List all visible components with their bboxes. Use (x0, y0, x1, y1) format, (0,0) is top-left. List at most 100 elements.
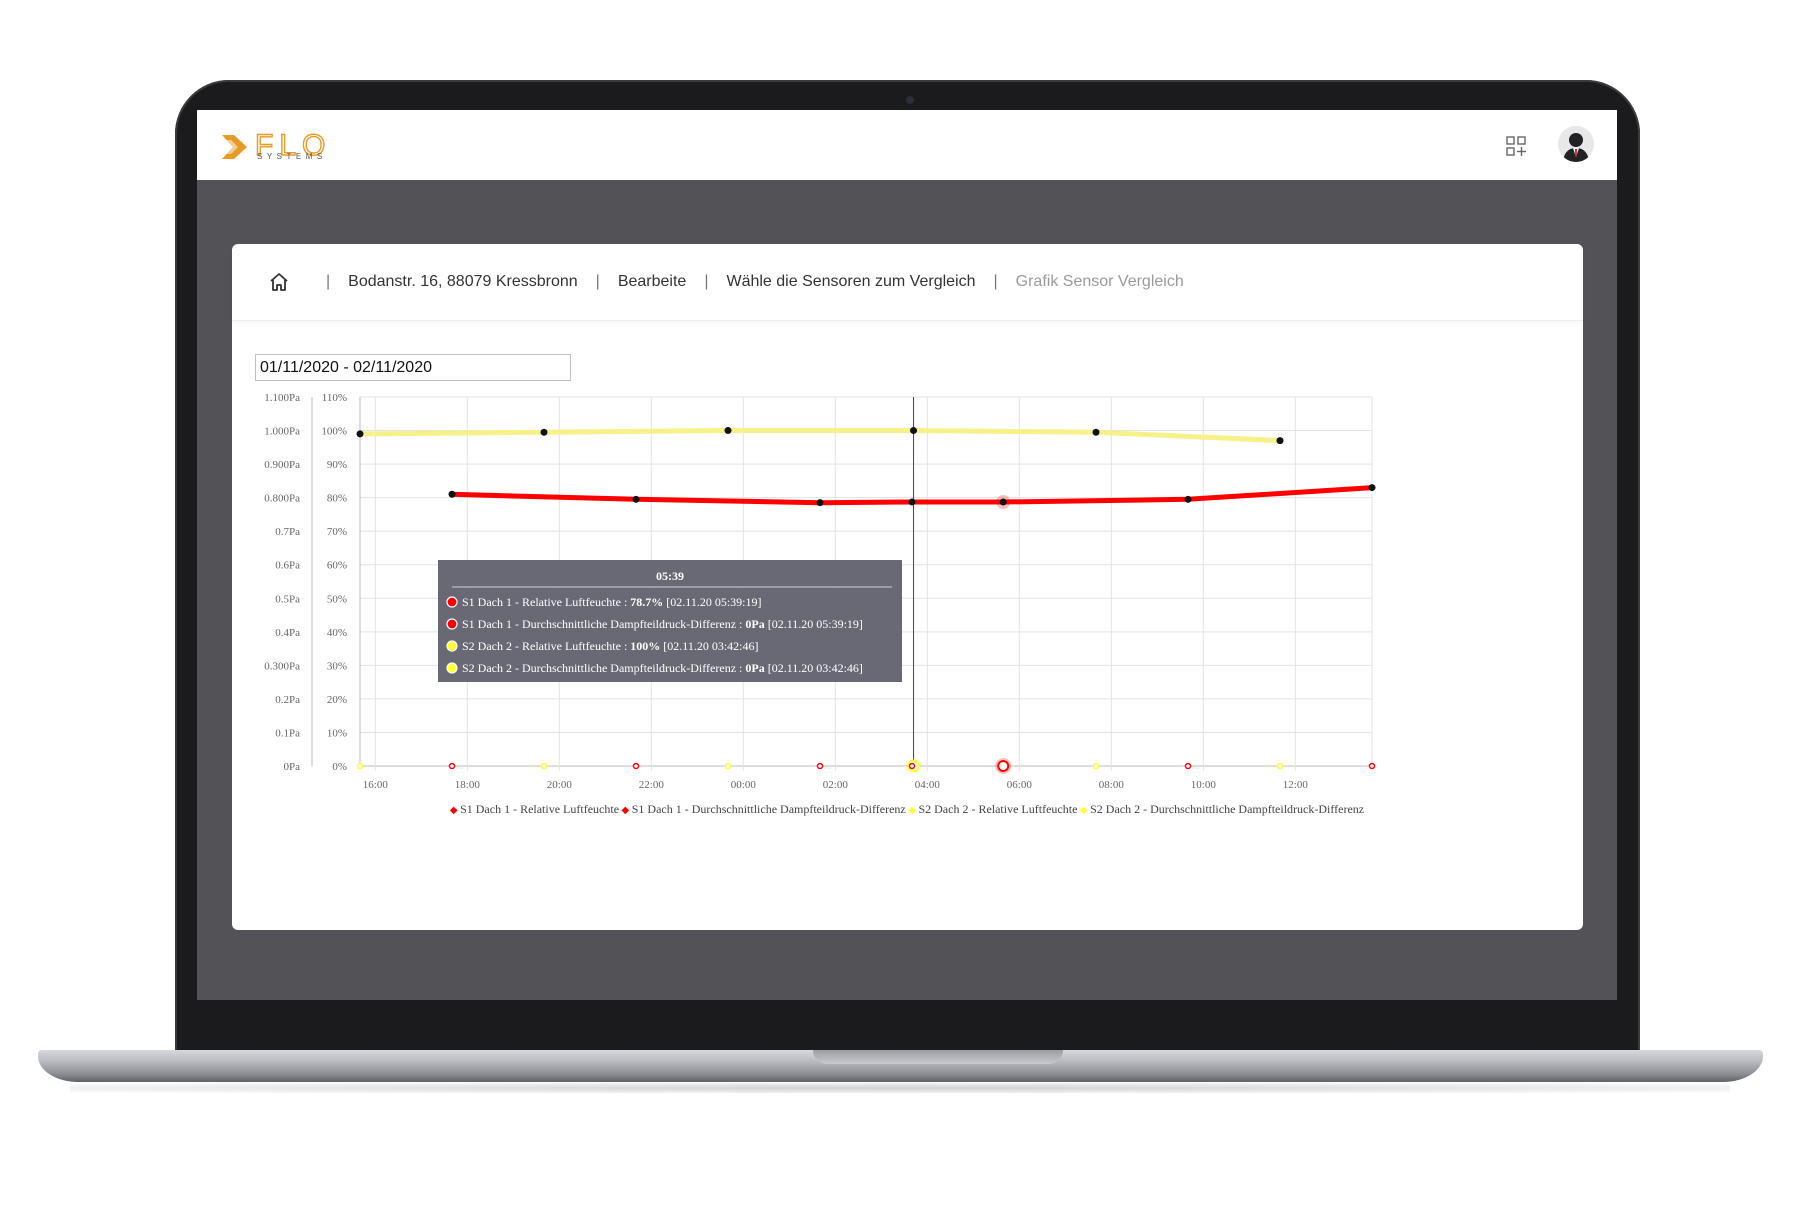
data-point-s1-humidity[interactable] (816, 499, 824, 507)
y-left-tick-label: 0Pa (284, 761, 301, 773)
logo-subtitle: SYSTEMS (257, 152, 327, 161)
data-point-s1-pressure[interactable] (908, 762, 916, 770)
camera (906, 96, 914, 104)
data-point-s2-pressure[interactable] (1276, 762, 1284, 770)
x-tick-label: 02:00 (823, 779, 849, 791)
data-point-s1-humidity[interactable] (999, 498, 1007, 506)
breadcrumb-separator: | (704, 273, 709, 290)
x-tick-label: 06:00 (1007, 779, 1033, 791)
tooltip-row: S1 Dach 1 - Relative Luftfeuchte : 78.7%… (462, 595, 762, 609)
breadcrumb-separator: | (326, 273, 331, 290)
y-left-tick-label: 0.5Pa (275, 593, 300, 605)
x-tick-label: 04:00 (915, 779, 941, 791)
breadcrumb-edit[interactable]: Bearbeite (618, 273, 687, 291)
data-point-s2-humidity[interactable] (356, 430, 364, 438)
y-right-tick-label: 60% (327, 560, 347, 572)
date-range-input[interactable] (255, 354, 571, 381)
y-right-tick-label: 100% (321, 426, 347, 438)
y-left-tick-label: 0.6Pa (275, 560, 300, 572)
data-point-s2-pressure[interactable] (356, 762, 364, 770)
y-left-tick-label: 0.800Pa (264, 493, 300, 505)
y-right-tick-label: 50% (327, 593, 347, 605)
tooltip-series-marker (446, 596, 458, 608)
data-point-s2-humidity[interactable] (910, 427, 918, 435)
x-tick-label: 22:00 (639, 779, 665, 791)
laptop-shadow (70, 1083, 1730, 1093)
data-point-s1-pressure[interactable] (448, 762, 456, 770)
legend-item-label[interactable]: S1 Dach 1 - Durchschnittliche Dampfteild… (632, 802, 906, 816)
breadcrumb-separator: | (595, 273, 600, 290)
data-point-s1-humidity[interactable] (1368, 484, 1376, 492)
breadcrumb: | Bodanstr. 16, 88079 Kressbronn | Bearb… (232, 244, 1583, 321)
data-point-s1-pressure[interactable] (1184, 762, 1192, 770)
y-left-tick-label: 1.000Pa (264, 426, 300, 438)
legend-item-label[interactable]: S2 Dach 2 - Durchschnittliche Dampfteild… (1090, 802, 1364, 816)
laptop-base (38, 1050, 1763, 1082)
x-tick-label: 20:00 (547, 779, 573, 791)
x-tick-label: 18:00 (455, 779, 481, 791)
data-point-s2-humidity[interactable] (540, 428, 548, 436)
y-right-tick-label: 40% (327, 627, 347, 639)
x-tick-label: 12:00 (1283, 779, 1309, 791)
user-icon (1563, 133, 1589, 162)
y-left-tick-label: 0.4Pa (275, 627, 300, 639)
home-icon[interactable] (268, 271, 290, 293)
tooltip-row: S2 Dach 2 - Durchschnittliche Dampfteild… (462, 661, 863, 675)
tooltip-series-marker (446, 662, 458, 674)
y-right-tick-label: 70% (327, 526, 347, 538)
y-right-tick-label: 20% (327, 694, 347, 706)
data-point-s1-humidity[interactable] (632, 495, 640, 503)
data-point-s1-humidity[interactable] (908, 498, 916, 506)
y-right-tick-label: 10% (327, 727, 347, 739)
app-header: FLO SYSTEMS (197, 110, 1617, 180)
sensor-chart: 0% 0Pa 10% 0.1Pa 20% 0.2Pa 30% 0.300Pa 40% 0.4Pa 5… (264, 392, 1376, 816)
apps-grid-icon[interactable] (1505, 135, 1527, 157)
screen: FLO SYSTEMS | Bodanstr. 16, 88079 Kressb… (197, 110, 1617, 1000)
data-point-s1-pressure[interactable] (1368, 762, 1376, 770)
tooltip-title: 05:39 (656, 569, 684, 583)
legend-item-label[interactable]: S1 Dach 1 - Relative Luftfeuchte (460, 802, 619, 816)
x-tick-label: 16:00 (363, 779, 389, 791)
logo: FLO SYSTEMS (221, 128, 351, 163)
logo-mark-icon (222, 135, 247, 159)
data-point-s2-humidity[interactable] (1276, 437, 1284, 445)
user-avatar[interactable] (1558, 126, 1594, 162)
y-right-tick-label: 110% (322, 392, 347, 404)
y-right-tick-label: 90% (327, 459, 347, 471)
chart-legend: ◆ S1 Dach 1 - Relative Luftfeuchte ◆ S1 … (450, 802, 1364, 816)
data-point-s1-humidity[interactable] (1184, 495, 1192, 503)
y-left-tick-label: 0.300Pa (264, 660, 300, 672)
data-point-s1-pressure[interactable] (632, 762, 640, 770)
breadcrumb-separator: | (993, 273, 998, 290)
y-left-tick-label: 1.100Pa (264, 392, 300, 404)
y-right-tick-label: 80% (327, 493, 347, 505)
tooltip-row: S2 Dach 2 - Relative Luftfeuchte : 100% … (462, 639, 759, 653)
data-point-s2-pressure[interactable] (724, 762, 732, 770)
data-point-s2-pressure[interactable] (540, 762, 548, 770)
breadcrumb-select-sensors[interactable]: Wähle die Sensoren zum Vergleich (726, 273, 975, 291)
y-left-tick-label: 0.7Pa (275, 526, 300, 538)
data-point-s1-pressure[interactable] (997, 760, 1010, 772)
data-point-s2-pressure[interactable] (1092, 762, 1100, 770)
data-point-s1-pressure[interactable] (816, 762, 824, 770)
x-tick-label: 08:00 (1099, 779, 1125, 791)
data-point-s2-humidity[interactable] (1092, 428, 1100, 436)
data-point-s1-humidity[interactable] (448, 490, 456, 498)
tooltip-series-marker (446, 618, 458, 630)
data-point-s2-humidity[interactable] (724, 427, 732, 435)
y-left-tick-label: 0.1Pa (275, 727, 300, 739)
breadcrumb-address[interactable]: Bodanstr. 16, 88079 Kressbronn (348, 273, 578, 291)
breadcrumb-current-page: Grafik Sensor Vergleich (1015, 273, 1184, 290)
tooltip-series-marker (446, 640, 458, 652)
laptop-notch (813, 1050, 1063, 1064)
tooltip-row: S1 Dach 1 - Durchschnittliche Dampfteild… (462, 617, 863, 631)
y-right-tick-label: 30% (327, 660, 347, 672)
legend-item-label[interactable]: S2 Dach 2 - Relative Luftfeuchte (918, 802, 1077, 816)
y-right-tick-label: 0% (332, 761, 347, 773)
series-line-s2-humidity (357, 428, 1283, 444)
x-tick-label: 00:00 (731, 779, 757, 791)
y-left-tick-label: 0.2Pa (275, 694, 300, 706)
x-tick-label: 10:00 (1191, 779, 1217, 791)
content-card: | Bodanstr. 16, 88079 Kressbronn | Bearb… (232, 244, 1583, 930)
y-left-tick-label: 0.900Pa (264, 459, 300, 471)
